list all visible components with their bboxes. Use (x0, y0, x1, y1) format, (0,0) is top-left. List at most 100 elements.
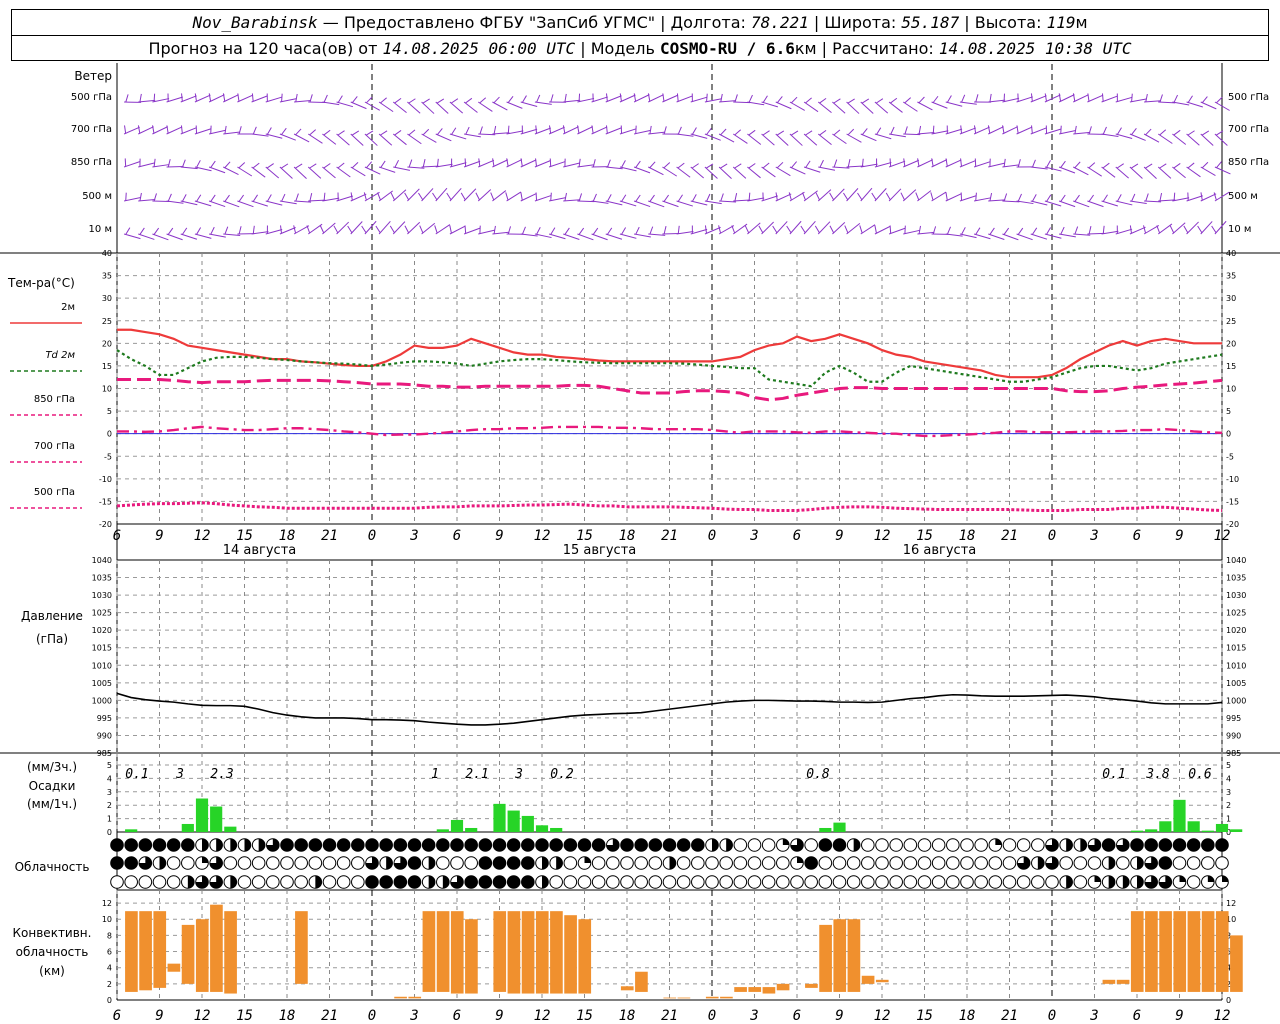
wind-barb (1058, 130, 1076, 135)
prec-tick-right: 4 (1226, 774, 1231, 783)
wind-barb-flag (475, 192, 480, 201)
wind-barb (350, 193, 367, 202)
pres-tick-left: 1030 (92, 591, 112, 600)
wind-barb (463, 101, 478, 113)
wind-barb-flag (904, 97, 912, 104)
wind-barb-flag (706, 193, 711, 202)
cloud-symbol (705, 856, 719, 870)
wind-barb (1030, 127, 1047, 135)
wind-barb (449, 101, 464, 114)
wind-barb-flag (366, 161, 373, 169)
wind-barb (194, 200, 212, 207)
wind-barb-flag (363, 192, 367, 201)
prec-tick-right: 5 (1226, 761, 1231, 770)
cloud-symbol-fill (110, 838, 124, 852)
wind-barb-flag (251, 93, 254, 102)
wind-barb (931, 159, 948, 168)
wind-barb (307, 223, 323, 235)
wind-barb-flag (1145, 128, 1152, 136)
wind-barb-flag (677, 126, 682, 135)
precip-bar (1173, 799, 1186, 832)
wind-barb (676, 200, 693, 207)
wind-barb-flag (295, 93, 298, 102)
wind-barb (945, 193, 962, 202)
wind-barb (775, 221, 788, 235)
x-tick-label-bottom: 0 (368, 1008, 376, 1024)
cloud-symbol (1031, 875, 1045, 889)
wind-barb-flag (535, 158, 537, 167)
cloud-symbol (464, 856, 478, 870)
x-tick-label-bottom: 6 (453, 1008, 461, 1024)
wind-barb-flag (720, 193, 724, 202)
wind-barb-flag (621, 160, 626, 168)
cloud-symbol (563, 875, 578, 889)
wind-barb-flag (945, 192, 948, 201)
convective-bar (550, 911, 563, 994)
wind-barb (832, 221, 846, 235)
wind-barb-flag (748, 129, 756, 136)
wind-barb (973, 161, 991, 168)
wind-barb (293, 166, 307, 179)
cloud-symbol-fill (450, 838, 464, 852)
wind-barb-flag (1145, 93, 1148, 102)
wind-barb (208, 166, 226, 174)
wind-barb (903, 229, 920, 235)
wind-barb-flag (449, 225, 452, 234)
x-tick-label-mid: 18 (619, 528, 636, 544)
wind-barb-flag (1088, 226, 1092, 235)
wind-barb-flag (704, 225, 707, 234)
wind-barb-flag (167, 227, 174, 235)
wind-barb-flag (180, 125, 183, 134)
cloud-symbol-fill (422, 838, 435, 852)
wind-barb-flag (904, 126, 908, 135)
wind-barb (619, 94, 636, 103)
wind-barb-flag (536, 227, 541, 235)
wind-barb-flag (550, 192, 552, 201)
wind-barb-flag (663, 162, 671, 169)
wind-barb (194, 233, 212, 239)
cloud-symbol (747, 838, 762, 852)
wind-barb (548, 197, 566, 202)
wind-barb (1002, 233, 1019, 241)
wind-barb (959, 127, 976, 135)
wind-barb (123, 233, 141, 240)
wind-barb (718, 225, 735, 235)
wind-barb-flag (238, 194, 245, 202)
wind-barb (832, 188, 845, 202)
wind-barb-flag (293, 225, 297, 234)
wind-barb (1186, 133, 1200, 146)
cloud-symbol-fill (408, 838, 421, 852)
cloud-symbol-fill (337, 838, 350, 852)
temp-tick-right: 20 (1226, 339, 1236, 348)
temp-tick-left: 35 (102, 272, 112, 281)
wind-barb-flag (181, 194, 187, 202)
wind-barb (293, 225, 310, 235)
wind-barb (1143, 133, 1160, 143)
wind-barb (350, 101, 367, 110)
day-label: 16 августа (903, 543, 977, 558)
wind-barb (648, 94, 664, 103)
wind-barb-flag (676, 93, 679, 102)
wind-barb-flag (706, 127, 712, 135)
wind-barb-flag (861, 128, 868, 135)
cloud-symbol (563, 856, 578, 870)
cloud-symbol-fill (1144, 838, 1158, 852)
pres-title: Давление (21, 609, 83, 623)
wind-barb (463, 188, 477, 202)
wind-barb-flag (748, 192, 751, 201)
wind-barb-flag (748, 163, 756, 169)
wind-barb-flag (859, 225, 863, 234)
cloud-symbol (351, 856, 365, 870)
wind-level-right: 500 гПа (1228, 92, 1269, 103)
cloud-symbol-fill (258, 838, 265, 852)
temp-tick-right: 0 (1226, 430, 1231, 439)
wind-barb (704, 226, 721, 235)
prec-tick-left: 0 (107, 828, 112, 837)
wind-barb (378, 101, 394, 113)
wind-barb-flag (1130, 163, 1139, 169)
cloud-symbol (988, 875, 1003, 889)
convective-bar (394, 996, 407, 999)
wind-barb-flag (361, 225, 367, 233)
wind-barb-flag (153, 93, 156, 102)
pres-tick-right: 1000 (1226, 696, 1246, 705)
